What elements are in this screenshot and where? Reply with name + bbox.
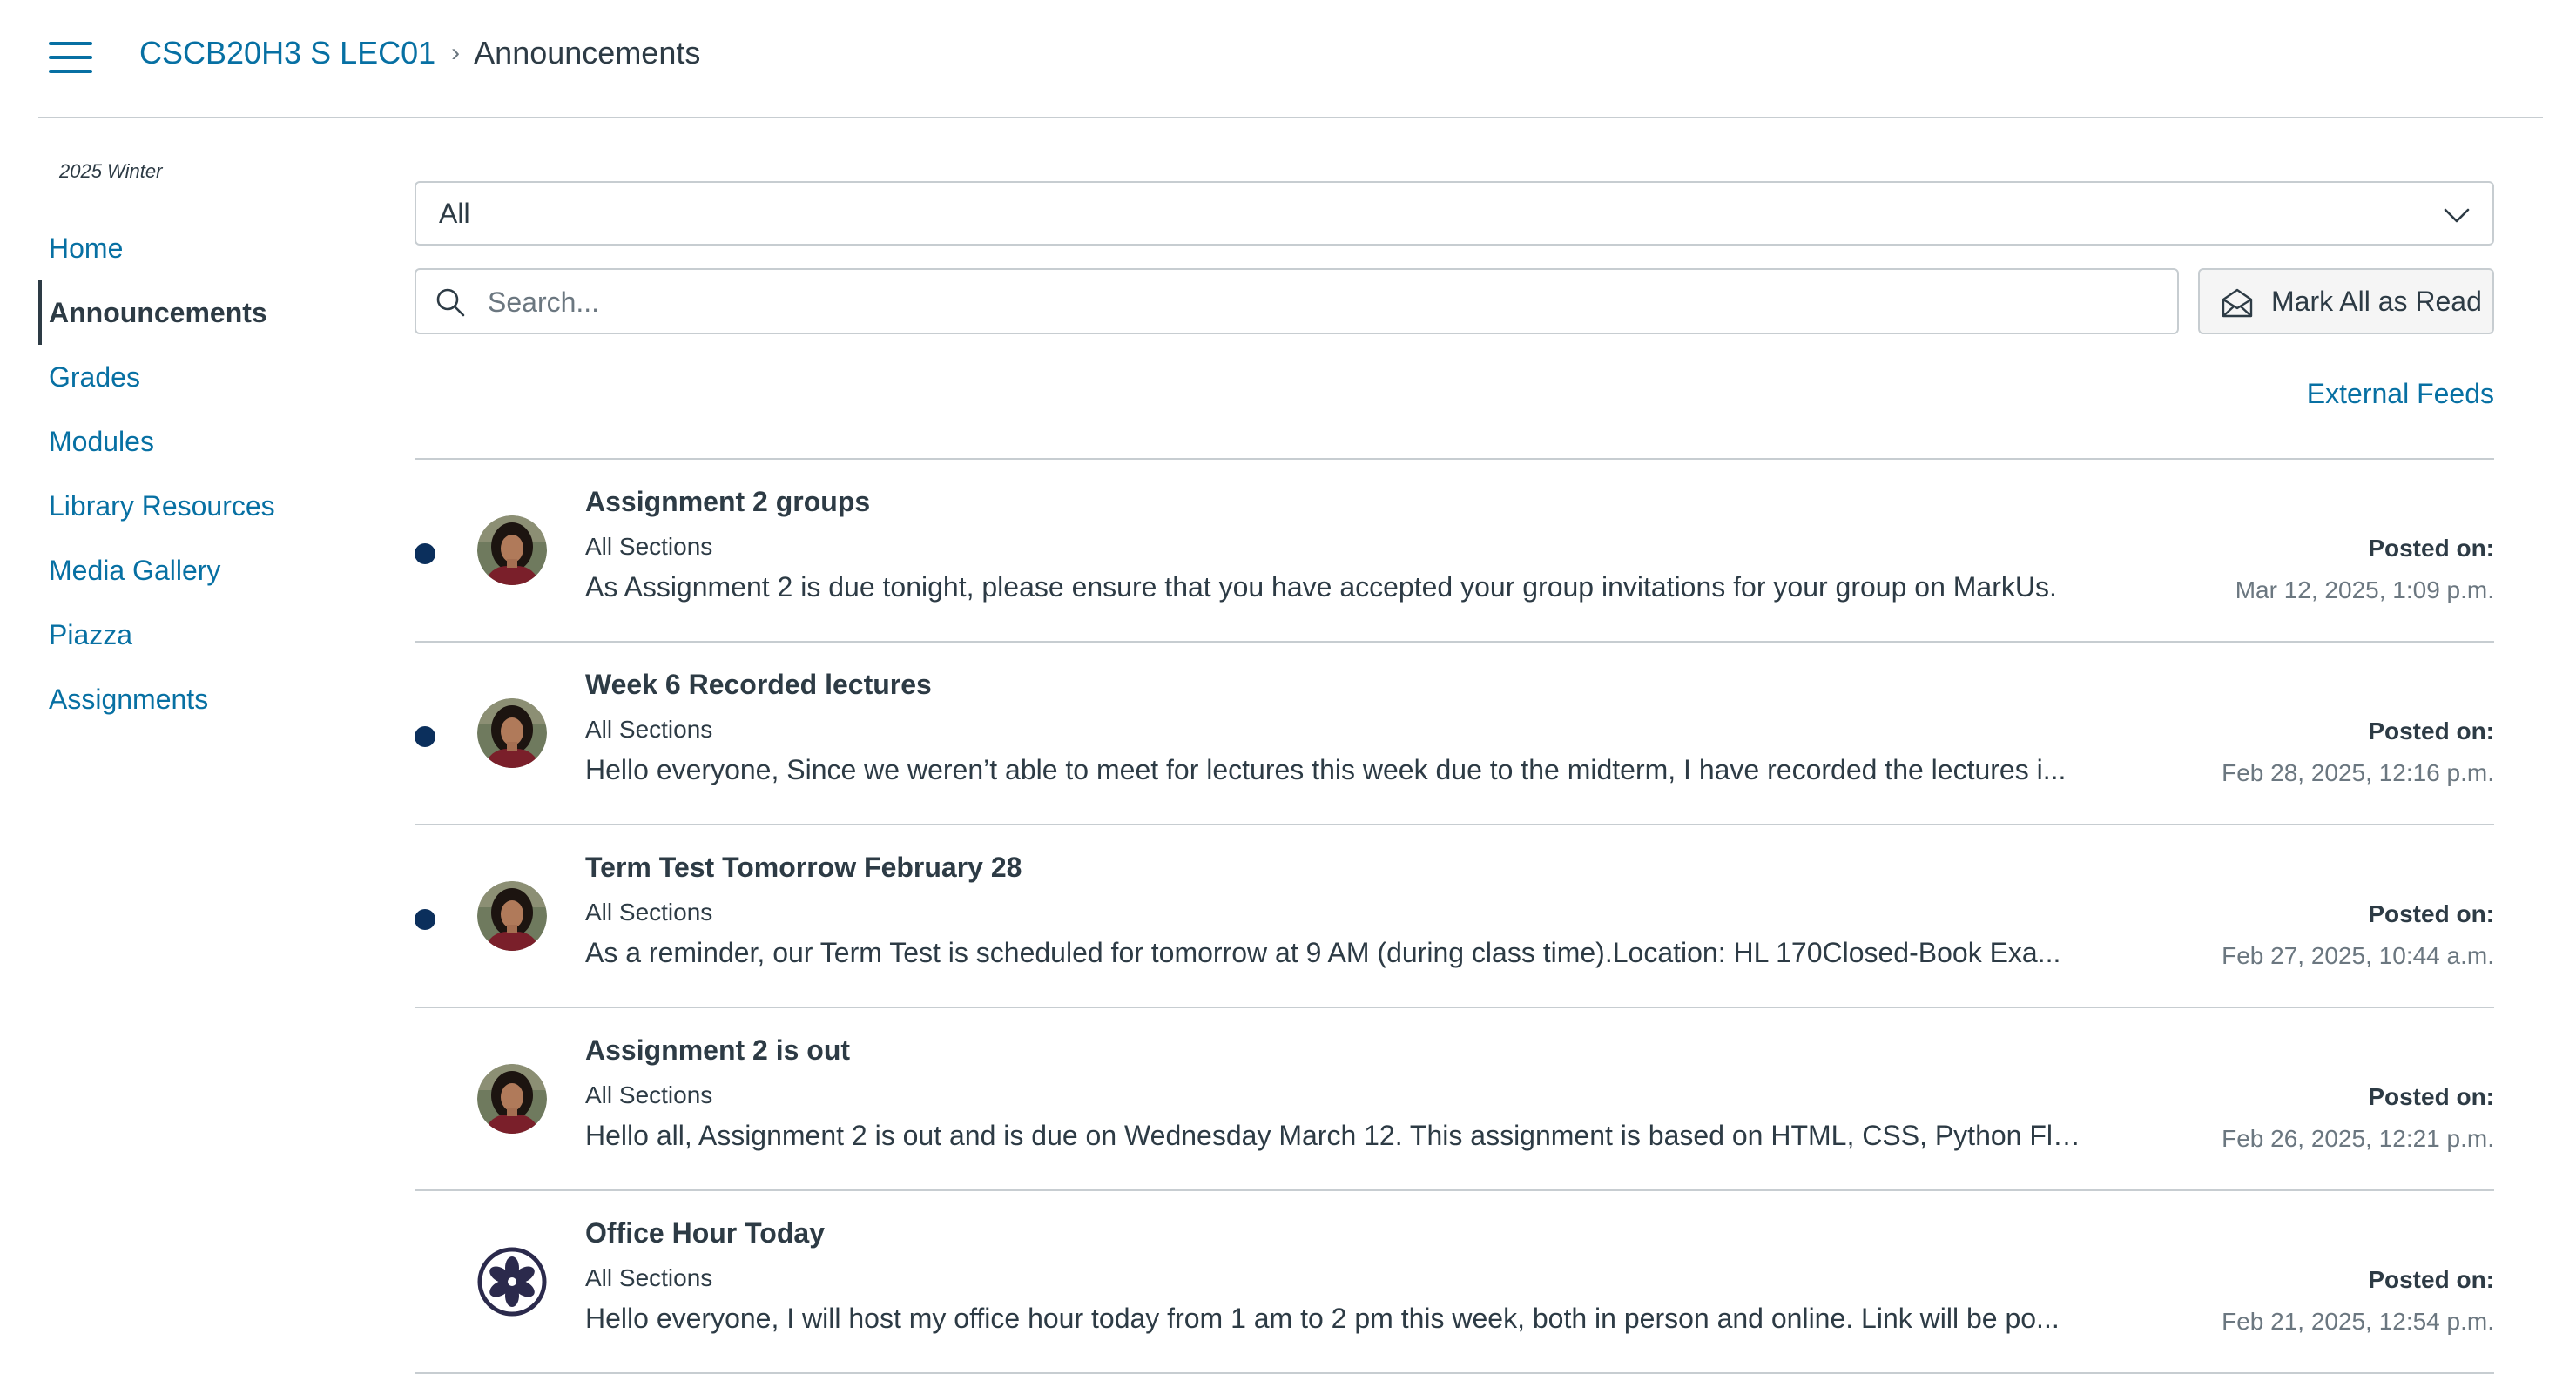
announcement-row[interactable]: Term Test Tomorrow February 28 All Sectio…	[415, 825, 2494, 1008]
page-header: CSCB20H3 S LEC01 › Announcements	[0, 0, 2576, 118]
chevron-down-icon	[2444, 208, 2470, 223]
author-avatar[interactable]	[477, 1064, 547, 1134]
external-feeds-link[interactable]: External Feeds	[2307, 378, 2494, 410]
announcement-row[interactable]: Office Hour Today All Sections Hello every…	[415, 1191, 2494, 1374]
announcement-sections: All Sections	[585, 533, 713, 560]
envelope-open-icon	[2222, 288, 2253, 318]
announcement-preview: As a reminder, our Term Test is schedule…	[585, 937, 2061, 968]
posted-date: Feb 21, 2025, 12:54 p.m.	[2222, 1308, 2494, 1335]
announcement-title[interactable]: Week 6 Recorded lectures	[585, 669, 932, 701]
announcement-preview: Hello all, Assignment 2 is out and is du…	[585, 1120, 2083, 1151]
posted-date: Feb 28, 2025, 12:16 p.m.	[2222, 759, 2494, 786]
posted-date: Feb 27, 2025, 10:44 a.m.	[2222, 942, 2494, 969]
announcement-title[interactable]: Office Hour Today	[585, 1217, 825, 1249]
course-nav: Home Announcements Grades Modules Librar…	[38, 216, 369, 731]
author-avatar[interactable]	[477, 1247, 547, 1317]
sidebar-item-announcements[interactable]: Announcements	[38, 280, 369, 345]
term-label: 2025 Winter	[59, 160, 163, 182]
hamburger-icon[interactable]	[49, 42, 92, 75]
sidebar-item-modules[interactable]: Modules	[38, 409, 369, 474]
posted-on-label: Posted on:	[2368, 1083, 2494, 1110]
announcement-preview: Hello everyone, I will host my office ho…	[585, 1303, 2060, 1334]
mark-all-read-button[interactable]: Mark All as Read	[2198, 268, 2494, 334]
announcement-title[interactable]: Term Test Tomorrow February 28	[585, 852, 1022, 884]
search-input[interactable]	[486, 275, 2144, 329]
posted-date: Feb 26, 2025, 12:21 p.m.	[2222, 1125, 2494, 1152]
search-field[interactable]	[415, 268, 2179, 334]
filter-selected-value: All	[439, 198, 470, 229]
posted-on-label: Posted on:	[2368, 535, 2494, 562]
sidebar-item-media-gallery[interactable]: Media Gallery	[38, 538, 369, 603]
sidebar-item-home[interactable]: Home	[38, 216, 369, 280]
announcement-row[interactable]: Assignment 2 is out All Sections Hello all…	[415, 1008, 2494, 1191]
posted-on-label: Posted on:	[2368, 717, 2494, 744]
section-filter-select[interactable]: All	[415, 181, 2494, 246]
unread-dot-icon[interactable]	[415, 543, 435, 564]
breadcrumb-course-link[interactable]: CSCB20H3 S LEC01	[139, 35, 435, 71]
author-avatar[interactable]	[477, 515, 547, 585]
unread-dot-icon[interactable]	[415, 909, 435, 930]
announcement-title[interactable]: Assignment 2 is out	[585, 1034, 850, 1067]
author-avatar[interactable]	[477, 698, 547, 768]
author-avatar[interactable]	[477, 881, 547, 951]
posted-on-label: Posted on:	[2368, 1266, 2494, 1293]
sidebar-item-assignments[interactable]: Assignments	[38, 667, 369, 731]
posted-date: Mar 12, 2025, 1:09 p.m.	[2235, 576, 2494, 603]
announcement-sections: All Sections	[585, 899, 713, 926]
announcement-row[interactable]: Assignment 2 groups All Sections As Assign…	[415, 460, 2494, 643]
announcement-preview: Hello everyone, Since we weren’t able to…	[585, 754, 2067, 785]
posted-on-label: Posted on:	[2368, 900, 2494, 927]
announcement-row[interactable]: Week 6 Recorded lectures All Sections Hell…	[415, 643, 2494, 825]
announcement-title[interactable]: Assignment 2 groups	[585, 486, 870, 518]
announcement-preview: As Assignment 2 is due tonight, please e…	[585, 571, 2057, 603]
breadcrumb: CSCB20H3 S LEC01 › Announcements	[139, 31, 700, 75]
sidebar-item-piazza[interactable]: Piazza	[38, 603, 369, 667]
breadcrumb-separator: ›	[451, 38, 461, 67]
unread-dot-icon[interactable]	[415, 726, 435, 747]
search-icon	[436, 288, 465, 317]
announcement-sections: All Sections	[585, 1081, 713, 1108]
announcement-sections: All Sections	[585, 716, 713, 743]
announcement-sections: All Sections	[585, 1264, 713, 1291]
mark-all-read-label: Mark All as Read	[2271, 286, 2482, 317]
header-divider	[38, 117, 2543, 118]
sidebar-item-grades[interactable]: Grades	[38, 345, 369, 409]
sidebar-item-library-resources[interactable]: Library Resources	[38, 474, 369, 538]
breadcrumb-current-page: Announcements	[474, 35, 701, 71]
